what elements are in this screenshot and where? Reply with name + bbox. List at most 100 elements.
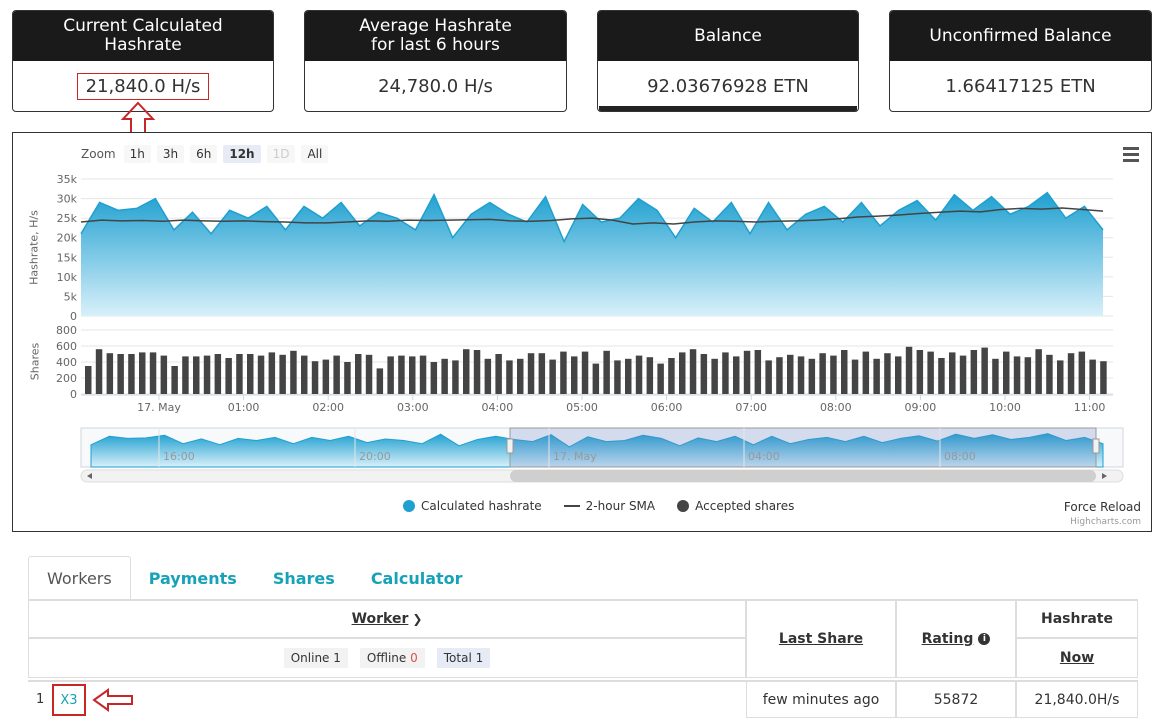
now-sort-header[interactable]: Now [1060,650,1094,666]
y-tick-label: 0 [70,310,77,323]
y-tick-label: 5k [64,290,78,303]
share-bar [1100,361,1107,394]
balance-card: Balance 92.03676928 ETN [597,10,859,112]
navigator-label: 08:00 [944,450,976,463]
share-bar [214,354,222,394]
share-bar [1057,360,1064,394]
share-bar [592,363,600,394]
current-hashrate-card: Current Calculated Hashrate 21,840.0 H/s [12,10,274,112]
tab-workers[interactable]: Workers [28,556,131,600]
last-share-sort-header[interactable]: Last Share [779,631,863,647]
tab-calculator[interactable]: Calculator [353,556,481,600]
navigator-label: 17. May [553,450,597,463]
legend-sma[interactable]: 2-hour SMA [563,499,655,513]
x-tick-label: 09:00 [905,401,937,414]
hashrate-chart-panel: Zoom 1h 3h 6h 12h 1D All Hashrate, H/s S… [12,132,1152,532]
share-bar [506,360,513,394]
filter-offline-button[interactable]: Offline 0 [359,648,425,668]
x-tick-label: 04:00 [482,401,514,414]
x-tick-label: 03:00 [397,401,429,414]
share-bar [668,358,675,394]
tabs-bar: Workers Payments Shares Calculator [28,556,481,600]
rating-header-cell: Rating i [896,600,1016,678]
share-bar [171,366,178,394]
share-bar [679,352,686,394]
navigator-range [509,427,1097,468]
share-bar [1003,351,1010,394]
share-bar [463,349,470,394]
share-bar [149,352,157,394]
share-bar [830,355,837,394]
legend-hashrate[interactable]: Calculated hashrate [403,499,542,513]
share-bar [949,352,956,394]
share-bar [376,368,384,394]
share-bar [722,352,729,394]
share-bar [689,349,697,394]
share-bar [819,353,826,394]
y-tick-label: 200 [56,372,77,385]
share-bar [538,353,546,394]
rating-sort-header[interactable]: Rating [922,631,974,647]
balance-value: 92.03676928 ETN [647,76,809,97]
share-bar [279,354,286,394]
rating-cell: 55872 [896,682,1016,718]
worker-link[interactable]: X3 [60,693,77,708]
filter-total-button[interactable]: Total 1 [436,648,491,668]
share-bar [301,355,308,394]
share-bar [700,354,708,394]
share-bar [473,350,481,394]
current-hashrate-value: 21,840.0 H/s [76,73,210,100]
filter-online-button[interactable]: Online 1 [283,648,348,668]
share-bar [603,350,610,394]
highcharts-credit[interactable]: Highcharts.com [1070,517,1141,527]
share-bar [657,363,664,394]
share-bar [765,360,772,394]
share-bar [365,354,373,394]
y-tick-label: 600 [56,340,77,353]
share-bar [430,362,438,394]
share-bar [333,355,340,394]
share-bar [776,357,783,394]
share-bar [981,347,988,394]
force-reload-link[interactable]: Force Reload [1064,500,1141,514]
info-icon[interactable]: i [978,633,991,645]
scrollbar-thumb [510,470,1096,482]
share-bar [290,350,297,394]
share-bar [743,350,751,394]
y-tick-label: 0 [70,388,77,401]
navigator-label: 04:00 [748,450,780,463]
share-bar [225,358,232,394]
legend-shares[interactable]: Accepted shares [677,499,794,513]
navigator-handle-right [1092,438,1100,454]
unconfirmed-balance-card: Unconfirmed Balance 1.66417125 ETN [889,10,1152,112]
share-bar [268,352,276,394]
x-tick-label: 06:00 [651,401,683,414]
share-bar [236,354,243,394]
navigator-label: 20:00 [359,450,391,463]
hashrate-header: Hashrate [1040,611,1113,627]
share-bar [905,346,913,394]
worker-sort-header[interactable]: Worker [352,611,409,627]
share-bar [247,354,254,394]
share-bar [182,356,189,394]
share-bar [938,358,945,394]
tab-payments[interactable]: Payments [131,556,255,600]
y-tick-label: 30k [57,193,78,206]
chart-legend: Calculated hashrate 2-hour SMA Accepted … [403,499,794,513]
share-bar [160,355,168,394]
share-bar [1013,356,1021,394]
worker-filter-cell: Online 1 Offline 0 Total 1 [28,638,746,678]
chevron-down-icon[interactable]: ❯ [412,612,422,626]
x-tick-label: 17. May [137,401,181,414]
share-bar [711,358,718,394]
tab-shares[interactable]: Shares [255,556,353,600]
hashrate-header-cell: Hashrate [1016,600,1138,638]
share-bar [398,355,405,394]
last-share-cell: few minutes ago [746,682,896,718]
share-bar [85,366,92,394]
share-bar [95,349,103,394]
y-tick-label: 800 [56,324,77,337]
share-bar [851,359,859,394]
share-bar [787,354,794,394]
hashrate-now-cell: 21,840.0H/s [1016,682,1138,718]
